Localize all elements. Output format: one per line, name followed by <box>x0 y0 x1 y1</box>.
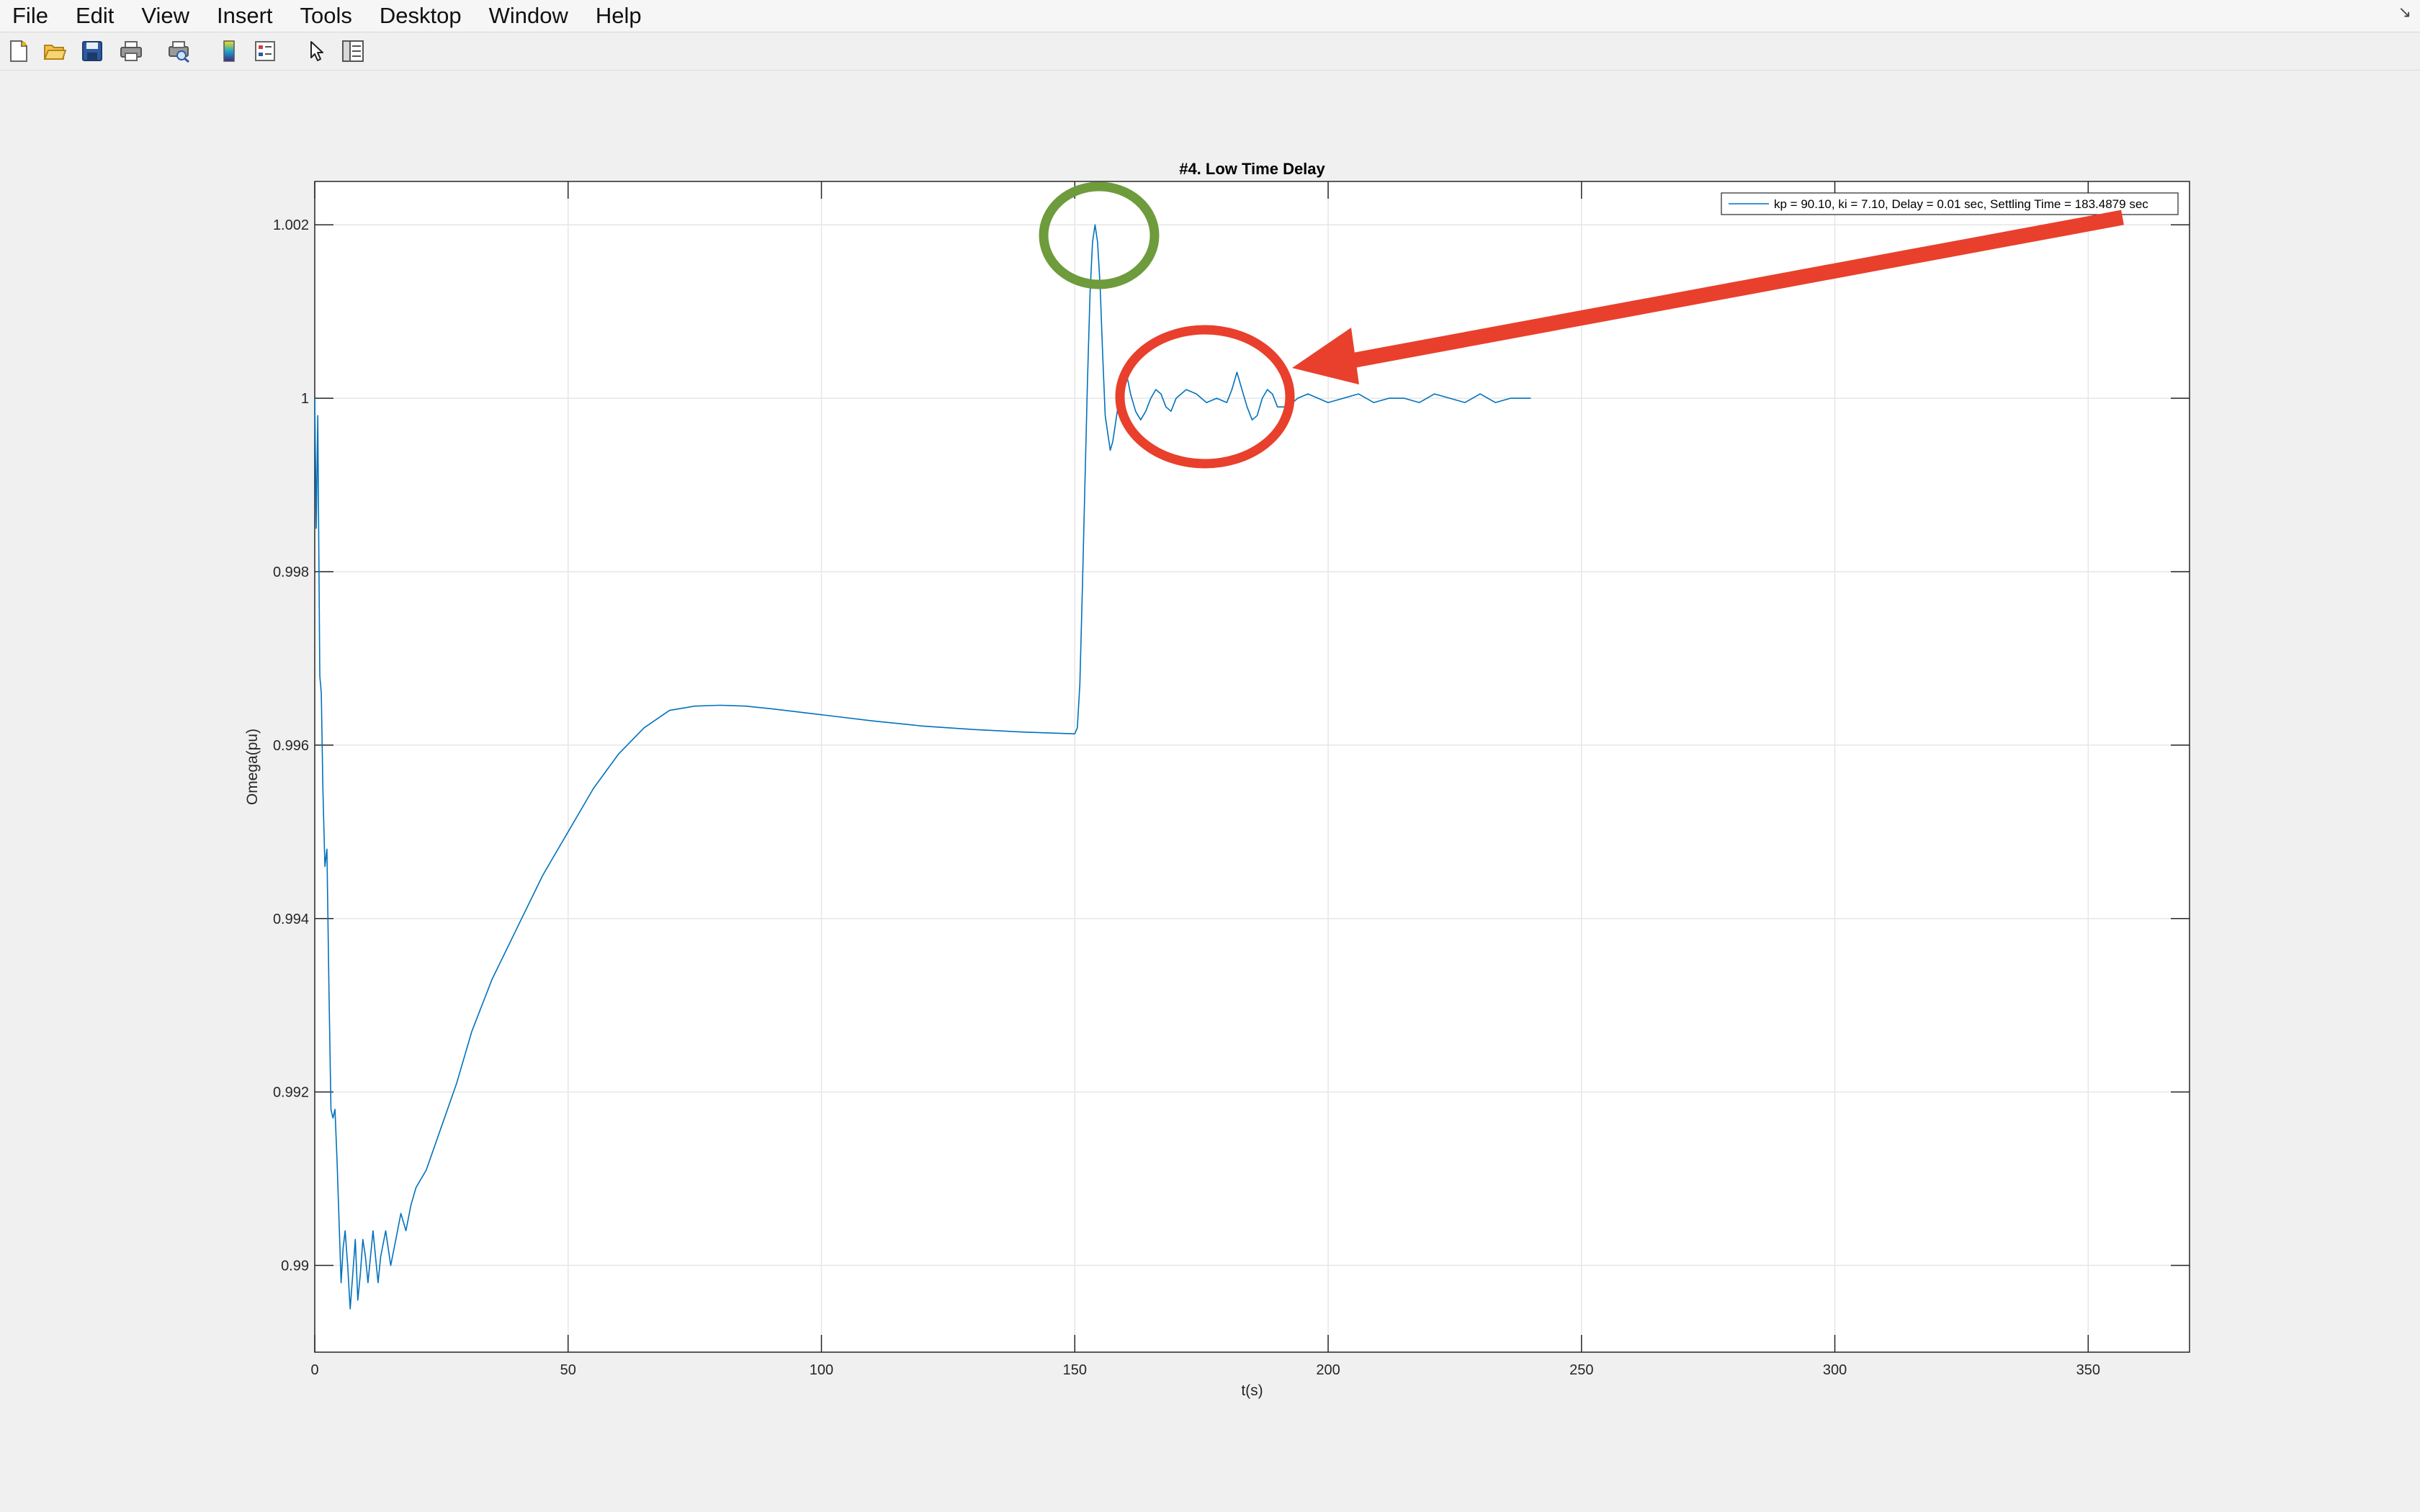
menu-help[interactable]: Help <box>582 0 655 32</box>
y-tick-label: 0.996 <box>273 738 309 754</box>
print-icon[interactable] <box>118 38 144 64</box>
menu-window[interactable]: Window <box>475 0 582 32</box>
chart-canvas: 0 50 100 150 200 250 300 350 0.99 0.992 0.994 0.996… <box>244 160 2190 1399</box>
y-tick-label: 0.99 <box>281 1259 309 1274</box>
x-tick-label: 150 <box>1063 1362 1087 1378</box>
legend[interactable]: kp = 90.10, ki = 7.10, Delay = 0.01 sec,… <box>1721 192 2179 215</box>
menu-insert[interactable]: Insert <box>203 0 287 32</box>
property-editor-icon[interactable] <box>340 38 366 64</box>
save-icon[interactable] <box>79 38 105 64</box>
x-axis-label: t(s) <box>1241 1382 1263 1399</box>
x-tick-label: 250 <box>1569 1362 1593 1378</box>
x-tick-label: 350 <box>2076 1362 2100 1378</box>
x-tick-label: 50 <box>560 1362 576 1378</box>
open-file-icon[interactable] <box>42 38 68 64</box>
menu-view[interactable]: View <box>127 0 203 32</box>
print-preview-icon[interactable] <box>166 38 192 64</box>
x-tick-label: 300 <box>1823 1362 1847 1378</box>
menu-desktop[interactable]: Desktop <box>366 0 475 32</box>
legend-entry: kp = 90.10, ki = 7.10, Delay = 0.01 sec,… <box>1774 197 2148 211</box>
insert-colorbar-icon[interactable] <box>216 38 242 64</box>
insert-legend-icon[interactable] <box>252 38 278 64</box>
y-tick-label: 0.998 <box>273 564 309 580</box>
figure-area: 0 50 100 150 200 250 300 350 0.99 0.992 0.994 0.996… <box>0 71 2420 1512</box>
x-tick-label: 200 <box>1316 1362 1340 1378</box>
menu-tools[interactable]: Tools <box>287 0 366 32</box>
y-tick-label: 0.994 <box>273 912 309 927</box>
x-tick-label: 100 <box>810 1362 833 1378</box>
menu-file[interactable]: File <box>0 0 62 32</box>
menu-bar: File Edit View Insert Tools Desktop Wind… <box>0 0 2420 32</box>
select-pointer-icon[interactable] <box>304 38 330 64</box>
chart-title: #4. Low Time Delay <box>1179 160 1325 178</box>
y-axis-label: Omega(pu) <box>244 729 261 805</box>
new-figure-icon[interactable] <box>6 38 32 64</box>
y-tick-label: 0.992 <box>273 1085 309 1101</box>
x-tick-label: 0 <box>310 1362 318 1378</box>
menu-edit[interactable]: Edit <box>62 0 127 32</box>
y-tick-label: 1 <box>301 391 309 407</box>
dock-arrow-icon[interactable]: ↘ <box>2398 3 2411 22</box>
plot-area[interactable] <box>315 181 2190 1352</box>
figure-toolbar <box>0 32 2420 71</box>
y-tick-label: 1.002 <box>273 217 309 233</box>
